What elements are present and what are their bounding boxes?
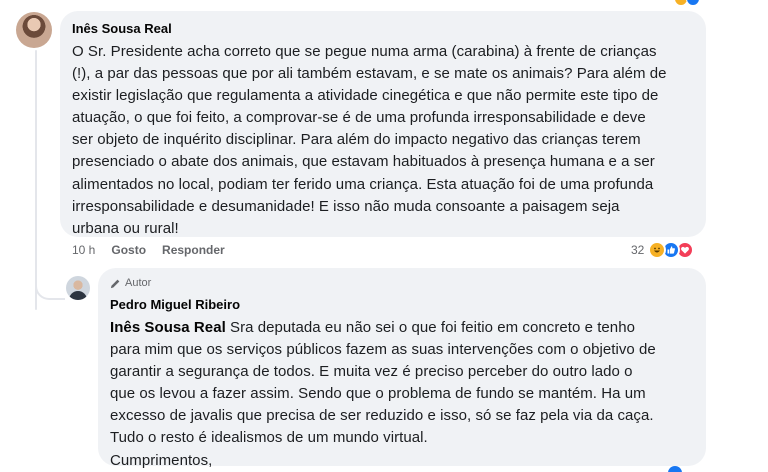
like-icon [686,0,700,6]
comment-line-text: Sra deputada eu não sei o que foi feitio… [225,319,635,336]
comment-line: presenciado o abate dos animais, que est… [72,153,655,171]
comment-line: ser objeto de inquérito disciplinar. Par… [72,131,641,149]
comment-line: atuação, o que foi feito, a comprovar-se… [72,109,646,127]
comment-line: existir legislação que regulamenta a ati… [72,87,659,105]
comment-line: alimentados no local, podiam ter ferido … [72,175,654,193]
like-button[interactable]: Gosto [111,243,146,257]
author-badge-label: Autor [125,277,152,289]
comment-line: excesso de javalis que precisa de ser re… [110,407,654,425]
reaction-summary[interactable]: 32 [631,241,695,259]
comment-actions: 10 h Gosto Responder [72,243,241,257]
comment-line: para mim que os serviços públicos fazem … [110,341,656,359]
mention-link[interactable]: Inês Sousa Real [110,319,226,336]
comment-thread: Inês Sousa Real O Sr. Presidente acha co… [0,0,768,472]
avatar[interactable] [66,276,90,300]
comment-text: Inês Sousa Real Sra deputada eu não sei … [110,317,694,472]
like-icon [668,466,682,472]
bottom-reactions [668,466,682,472]
comment-line: Cumprimentos, [110,451,213,469]
reply-button[interactable]: Responder [162,243,225,257]
comment-timestamp[interactable]: 10 h [72,243,95,257]
comment-line: que os levou a fazer assim. Sendo que o … [110,385,646,403]
comment-line: urbana ou rural! [72,219,179,237]
reply-bubble: Autor Pedro Miguel Ribeiro Inês Sousa Re… [98,268,706,469]
comment-line: Tudo o resto é idealismos de um mundo vi… [110,429,428,447]
comment-line: O Sr. Presidente acha correto que se peg… [72,43,657,60]
comment-author[interactable]: Inês Sousa Real [72,20,694,37]
comment-line: garantir a segurança de todos. E muita v… [110,363,633,381]
comment-line: irresponsabilidade e desumanidade! E iss… [72,197,620,215]
thread-connector [35,260,65,300]
comment-line: Inês Sousa Real Sra deputada eu não sei … [110,317,694,339]
comment-line: (!), a par das pessoas que por ali també… [72,65,667,83]
comment-bubble: Inês Sousa Real O Sr. Presidente acha co… [60,11,706,237]
pen-icon [110,279,120,288]
reaction-count: 32 [631,243,645,257]
author-badge: Autor [110,276,694,290]
comment-author[interactable]: Pedro Miguel Ribeiro [110,296,694,313]
comment-text: O Sr. Presidente acha correto que se peg… [72,41,694,240]
avatar[interactable] [16,12,52,48]
top-reactions [674,0,700,6]
